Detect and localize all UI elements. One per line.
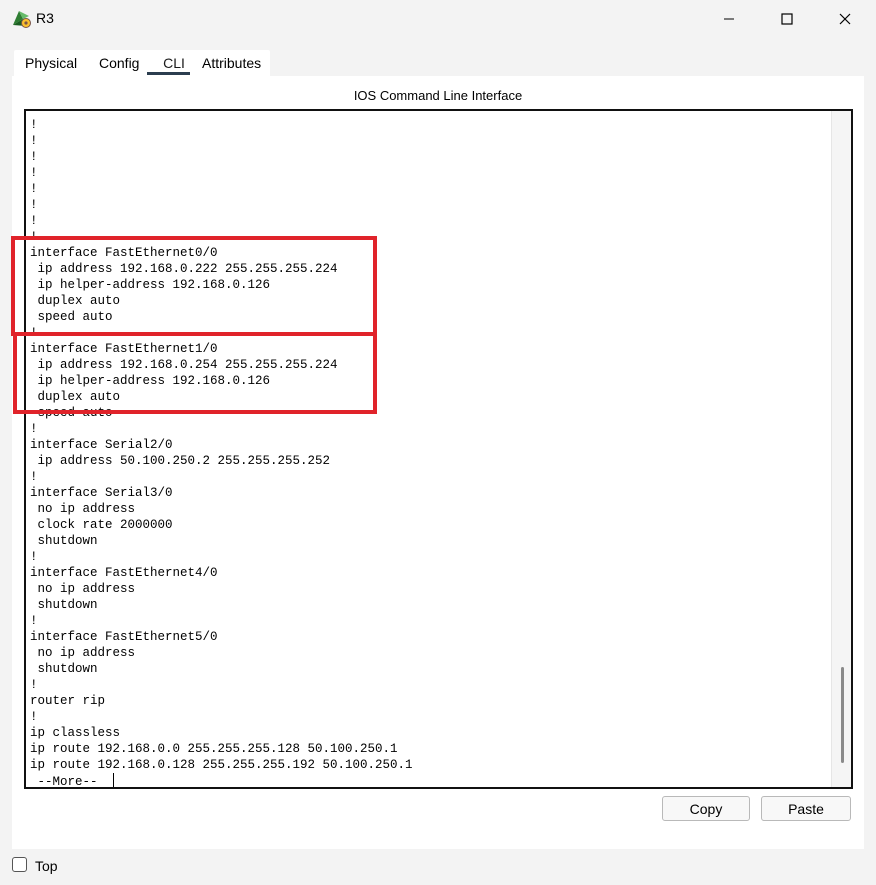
highlight-box-fastethernet0-0: [11, 236, 377, 336]
terminal-line: !: [30, 678, 38, 692]
top-checkbox[interactable]: [12, 857, 27, 872]
terminal-line: shutdown: [30, 662, 98, 676]
packet-tracer-router-icon: [13, 11, 31, 28]
maximize-button[interactable]: [758, 0, 816, 38]
terminal-line: ip classless: [30, 726, 121, 740]
terminal-line: ip address 50.100.250.2 255.255.255.252: [30, 454, 331, 468]
terminal-line: !: [30, 182, 38, 196]
terminal-line: no ip address: [30, 502, 136, 516]
terminal-line: no ip address: [30, 646, 136, 660]
scrollbar-thumb[interactable]: [841, 667, 844, 763]
close-icon: [839, 13, 851, 25]
panel-title: IOS Command Line Interface: [353, 88, 523, 103]
terminal-line: !: [30, 118, 38, 132]
terminal-line: !: [30, 150, 38, 164]
terminal-line: ip route 192.168.0.128 255.255.255.192 5…: [30, 758, 413, 772]
terminal-line: !: [30, 614, 38, 628]
terminal-output[interactable]: ! ! ! ! ! ! ! ! interface FastEthernet0/…: [30, 117, 413, 789]
tab-config[interactable]: Config: [99, 55, 139, 71]
terminal-line: !: [30, 710, 38, 724]
maximize-icon: [781, 13, 793, 25]
terminal-line: ip route 192.168.0.0 255.255.255.128 50.…: [30, 742, 398, 756]
close-button[interactable]: [816, 0, 874, 38]
terminal-line: shutdown: [30, 598, 98, 612]
terminal-line: interface FastEthernet5/0: [30, 630, 218, 644]
terminal-line: !: [30, 134, 38, 148]
terminal-line: --More--: [30, 775, 106, 789]
highlight-box-fastethernet1-0: [13, 332, 377, 414]
minimize-button[interactable]: [700, 0, 758, 38]
terminal-line: interface FastEthernet4/0: [30, 566, 218, 580]
copy-button[interactable]: Copy: [662, 796, 750, 821]
top-label: Top: [35, 858, 58, 874]
terminal-line: interface Serial3/0: [30, 486, 173, 500]
terminal-line: !: [30, 198, 38, 212]
terminal-scrollbar[interactable]: [831, 111, 851, 787]
terminal-line: !: [30, 470, 38, 484]
minimize-icon: [724, 18, 734, 20]
text-cursor: [113, 773, 115, 787]
paste-button[interactable]: Paste: [761, 796, 851, 821]
terminal-line: !: [30, 550, 38, 564]
tab-bar: Physical Config CLI Attributes: [14, 50, 270, 76]
tab-physical[interactable]: Physical: [25, 55, 77, 71]
terminal-line: !: [30, 214, 38, 228]
terminal-line: shutdown: [30, 534, 98, 548]
window-title: R3: [36, 10, 54, 26]
terminal-line: !: [30, 166, 38, 180]
tab-attributes[interactable]: Attributes: [202, 55, 261, 71]
cli-terminal[interactable]: ! ! ! ! ! ! ! ! interface FastEthernet0/…: [24, 109, 853, 789]
tab-cli[interactable]: CLI: [159, 55, 189, 71]
terminal-line: router rip: [30, 694, 106, 708]
title-bar: R3: [0, 0, 876, 38]
active-tab-indicator: [147, 72, 190, 75]
terminal-line: clock rate 2000000: [30, 518, 173, 532]
terminal-line: !: [30, 422, 38, 436]
terminal-line: no ip address: [30, 582, 136, 596]
terminal-line: interface Serial2/0: [30, 438, 173, 452]
